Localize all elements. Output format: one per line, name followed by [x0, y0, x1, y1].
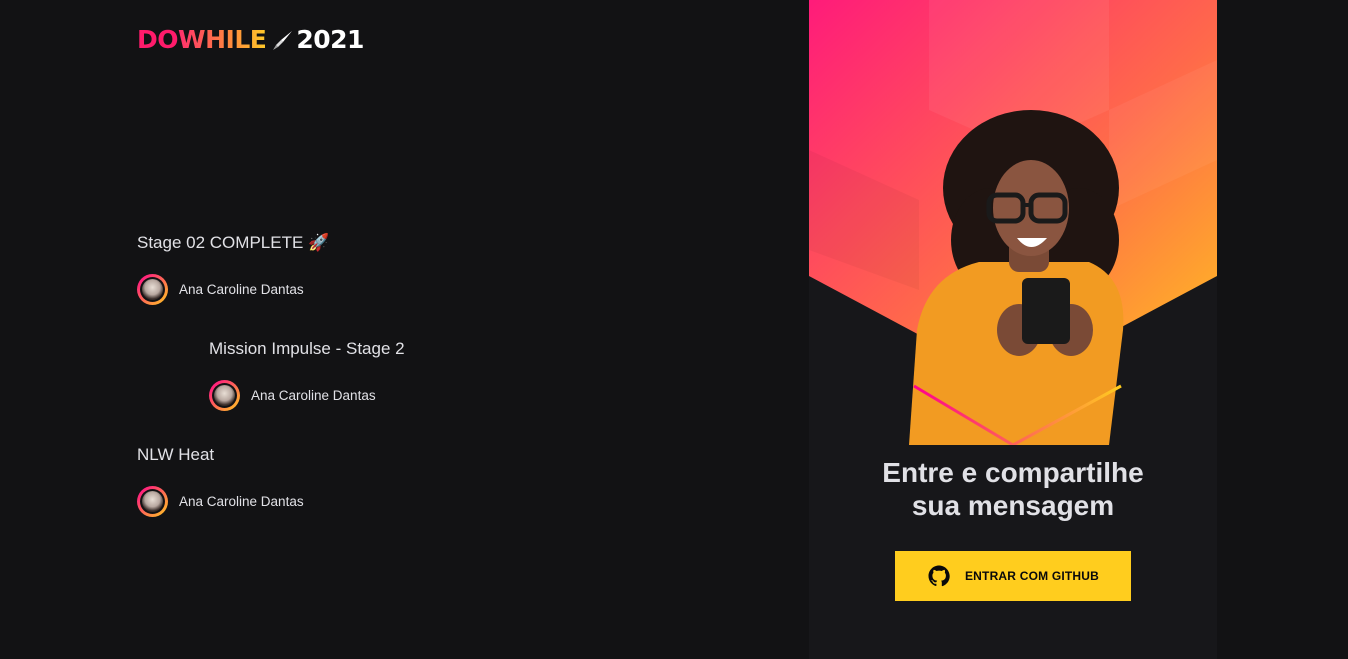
message-content: NLW Heat — [137, 445, 215, 464]
logo-while: WHILE — [178, 25, 267, 54]
github-button-label: ENTRAR COM GITHUB — [964, 569, 1100, 583]
user-name: Ana Caroline Dantas — [179, 282, 304, 297]
logo-do: DO — [137, 25, 179, 54]
message-content: Mission Impulse - Stage 2 — [209, 339, 405, 358]
login-title-line1: Entre e compartilhe — [882, 457, 1144, 488]
app-page: DO WHILE 2021 Stage 02 COMPLETE 🚀 Ana Car… — [0, 0, 1348, 659]
message-item: NLW Heat Ana Caroline Dantas — [137, 444, 304, 517]
message-item: Stage 02 COMPLETE 🚀 Ana Caroline Dantas — [137, 232, 329, 305]
github-icon — [928, 565, 950, 587]
avatar-photo — [142, 491, 163, 512]
avatar — [137, 274, 168, 305]
avatar — [209, 380, 240, 411]
login-panel: Entre e compartilhe sua mensagem ENTRAR … — [809, 0, 1217, 659]
avatar-photo — [142, 279, 163, 300]
login-title-line2: sua mensagem — [911, 490, 1115, 521]
message-content: Stage 02 COMPLETE 🚀 — [137, 233, 330, 252]
dowhile-logo: DO WHILE 2021 — [137, 26, 364, 54]
message-user: Ana Caroline Dantas — [137, 486, 304, 517]
sign-in-with-github-button[interactable]: ENTRAR COM GITHUB — [895, 551, 1131, 601]
user-name: Ana Caroline Dantas — [251, 388, 376, 403]
user-name: Ana Caroline Dantas — [179, 494, 304, 509]
message-user: Ana Caroline Dantas — [209, 380, 405, 411]
logo-year: 2021 — [296, 25, 364, 54]
hero-banner — [809, 0, 1217, 445]
avatar-photo — [214, 385, 235, 406]
avatar — [137, 486, 168, 517]
login-title: Entre e compartilhe sua mensagem — [809, 456, 1217, 522]
message-user: Ana Caroline Dantas — [137, 274, 329, 305]
rocket-icon — [273, 31, 293, 50]
message-item: Mission Impulse - Stage 2 Ana Caroline D… — [209, 338, 405, 411]
